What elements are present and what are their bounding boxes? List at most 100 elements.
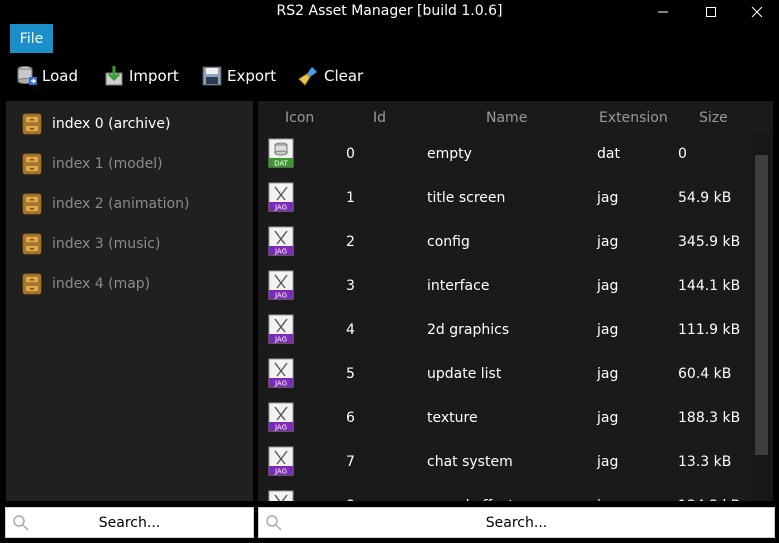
cell-id: 6: [346, 410, 355, 426]
cell-extension: dat: [597, 146, 620, 162]
svg-text:JAG: JAG: [274, 468, 287, 476]
broom-icon: [298, 67, 317, 86]
search-icon: [266, 515, 282, 531]
toolbar: Load Import Export Clear: [0, 56, 779, 96]
index-label: index 0 (archive): [52, 116, 171, 132]
drawer-icon: [22, 233, 42, 255]
svg-text:JAG: JAG: [274, 204, 287, 212]
cell-id: 8: [346, 498, 355, 501]
drawer-icon: [22, 273, 42, 295]
cell-name: config: [427, 234, 470, 250]
table-row[interactable]: JAG 6 texture jag 188.3 kB: [258, 400, 753, 444]
svg-text:JAG: JAG: [274, 336, 287, 344]
table-row[interactable]: JAG 2 config jag 345.9 kB: [258, 224, 753, 268]
index-item-map[interactable]: index 4 (map): [22, 272, 150, 296]
import-button[interactable]: Import: [103, 62, 179, 90]
index-item-archive[interactable]: index 0 (archive): [22, 112, 170, 136]
cell-extension: jag: [597, 190, 619, 206]
export-button[interactable]: Export: [201, 62, 276, 90]
column-header-icon[interactable]: Icon: [285, 110, 314, 126]
cell-size: 134.3 kB: [678, 498, 740, 501]
cell-name: empty: [427, 146, 472, 162]
cell-id: 1: [346, 190, 355, 206]
table-row[interactable]: DAT 0 empty dat 0: [258, 136, 753, 180]
jag-file-icon: JAG: [268, 446, 294, 476]
load-button[interactable]: Load: [16, 62, 78, 90]
table-row[interactable]: JAG 4 2d graphics jag 111.9 kB: [258, 312, 753, 356]
file-search-input[interactable]: Search...: [258, 507, 775, 538]
index-item-model[interactable]: index 1 (model): [22, 152, 163, 176]
cell-size: 188.3 kB: [678, 410, 741, 426]
import-icon: [105, 66, 123, 86]
database-load-icon: [17, 66, 37, 85]
cell-size: 54.9 kB: [678, 190, 732, 206]
jag-file-icon: JAG: [268, 358, 294, 388]
cell-name: sound effects: [427, 498, 521, 501]
cell-extension: jag: [597, 410, 619, 426]
save-icon: [202, 66, 222, 86]
table-row[interactable]: JAG 5 update list jag 60.4 kB: [258, 356, 753, 400]
maximize-button[interactable]: [688, 0, 734, 24]
cell-name: title screen: [427, 190, 506, 206]
index-item-animation[interactable]: index 2 (animation): [22, 192, 189, 216]
table-row[interactable]: JAG 1 title screen jag 54.9 kB: [258, 180, 753, 224]
import-label: Import: [129, 67, 179, 85]
cell-extension: jag: [597, 278, 619, 294]
table-row[interactable]: JAG 8 sound effects jag 134.3 kB: [258, 488, 753, 501]
jag-file-icon: JAG: [268, 226, 294, 256]
cell-id: 3: [346, 278, 355, 294]
index-label: index 4 (map): [52, 276, 151, 292]
dat-file-icon: DAT: [268, 138, 294, 168]
drawer-icon: [22, 113, 42, 135]
scroll-thumb[interactable]: [755, 155, 768, 455]
jag-file-icon: JAG: [268, 270, 294, 300]
jag-file-icon: JAG: [268, 490, 294, 501]
cell-size: 144.1 kB: [678, 278, 741, 294]
cell-size: 345.9 kB: [678, 234, 741, 250]
column-header-extension[interactable]: Extension: [599, 110, 668, 126]
minimize-icon: [658, 11, 668, 13]
column-header-id[interactable]: Id: [373, 110, 386, 126]
index-label: index 3 (music): [52, 236, 161, 252]
cell-name: texture: [427, 410, 478, 426]
index-label: index 2 (animation): [52, 196, 190, 212]
search-icon: [13, 515, 29, 531]
index-list: index 0 (archive) index 1 (model) index …: [6, 101, 253, 501]
load-label: Load: [42, 67, 78, 85]
column-header-name[interactable]: Name: [486, 110, 527, 126]
cell-size: 0: [678, 146, 687, 162]
svg-text:JAG: JAG: [274, 424, 287, 432]
svg-text:JAG: JAG: [274, 380, 287, 388]
cell-extension: jag: [597, 322, 619, 338]
cell-id: 4: [346, 322, 355, 338]
cell-extension: jag: [597, 366, 619, 382]
cell-name: chat system: [427, 454, 513, 470]
cell-name: interface: [427, 278, 490, 294]
search-placeholder: Search...: [98, 514, 161, 531]
vertical-scrollbar[interactable]: [753, 133, 773, 501]
maximize-icon: [706, 7, 716, 17]
export-label: Export: [227, 67, 277, 85]
clear-label: Clear: [324, 67, 364, 85]
table-row[interactable]: JAG 7 chat system jag 13.3 kB: [258, 444, 753, 488]
file-menu[interactable]: File: [10, 24, 53, 53]
cell-extension: jag: [597, 234, 619, 250]
cell-size: 111.9 kB: [678, 322, 741, 338]
table-row[interactable]: JAG 3 interface jag 144.1 kB: [258, 268, 753, 312]
cell-size: 13.3 kB: [678, 454, 732, 470]
cell-extension: jag: [597, 454, 619, 470]
svg-text:DAT: DAT: [274, 160, 289, 168]
index-search-input[interactable]: Search...: [5, 507, 254, 538]
drawer-icon: [22, 153, 42, 175]
cell-name: update list: [427, 366, 502, 382]
column-header-size[interactable]: Size: [699, 110, 728, 126]
title-bar: RS2 Asset Manager [build 1.0.6]: [0, 0, 779, 24]
minimize-button[interactable]: [640, 0, 686, 24]
drawer-icon: [22, 193, 42, 215]
clear-button[interactable]: Clear: [298, 62, 363, 90]
menu-bar: File: [0, 24, 779, 54]
index-item-music[interactable]: index 3 (music): [22, 232, 160, 256]
cell-name: 2d graphics: [427, 322, 510, 338]
close-button[interactable]: [734, 0, 779, 24]
svg-text:JAG: JAG: [274, 248, 287, 256]
